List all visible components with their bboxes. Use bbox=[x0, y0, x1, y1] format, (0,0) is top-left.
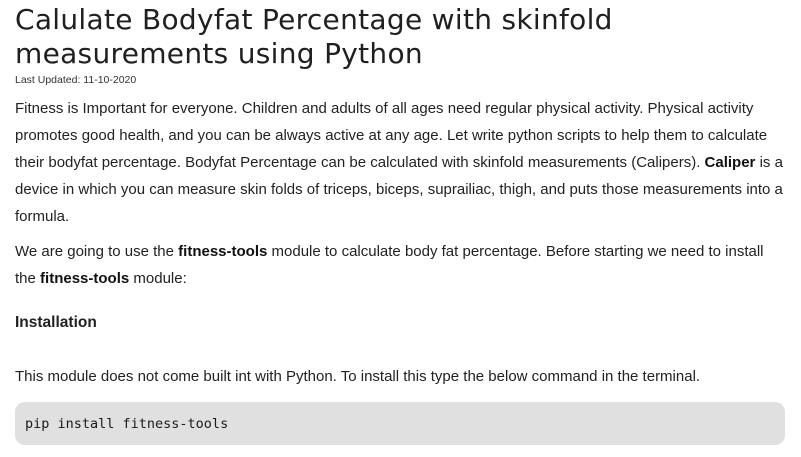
install-paragraph: This module does not come built int with… bbox=[15, 368, 701, 385]
module-name-bold: fitness-tools bbox=[40, 270, 130, 287]
intro-text-1: Fitness is Important for everyone. Child… bbox=[15, 100, 768, 171]
installation-heading: Installation bbox=[15, 314, 97, 331]
caliper-term: Caliper bbox=[704, 154, 756, 171]
intro-paragraph: Fitness is Important for everyone. Child… bbox=[15, 95, 785, 230]
install-command: pip install fitness-tools bbox=[25, 416, 229, 432]
last-updated-date: Last Updated: 11-10-2020 bbox=[15, 74, 137, 86]
module-text-3: module: bbox=[129, 270, 187, 287]
article-title: Calulate Bodyfat Percentage with skinfol… bbox=[15, 3, 613, 70]
module-text-1: We are going to use the bbox=[15, 243, 179, 260]
module-name-bold: fitness-tools bbox=[178, 243, 268, 260]
article: Calulate Bodyfat Percentage with skinfol… bbox=[15, 0, 785, 445]
code-block: pip install fitness-tools bbox=[15, 402, 785, 445]
module-paragraph: We are going to use the fitness-tools mo… bbox=[15, 238, 785, 292]
